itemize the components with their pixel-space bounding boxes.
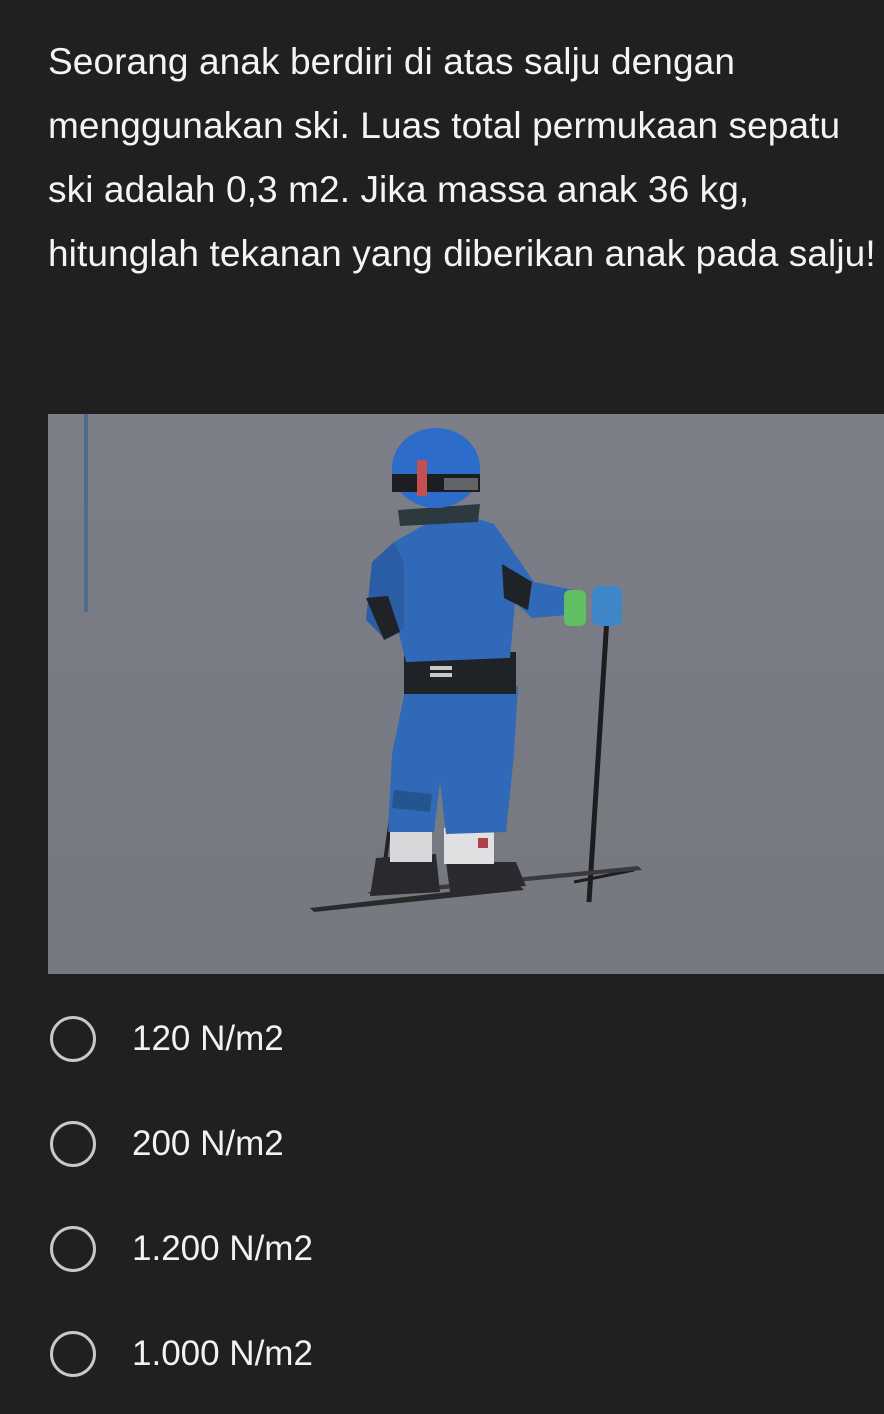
radio-unchecked-icon[interactable] [50,1330,96,1377]
radio-unchecked-icon[interactable] [50,1120,96,1167]
question-image [48,414,884,974]
option-3[interactable]: 1.200 N/m2 [48,1196,884,1301]
question-text: Seorang anak berdiri di atas salju denga… [48,41,876,274]
option-label: 120 N/m2 [132,1018,284,1058]
option-label: 1.000 N/m2 [132,1333,313,1373]
radio-unchecked-icon[interactable] [50,1015,96,1062]
radio-unchecked-icon[interactable] [50,1225,96,1272]
child-skiing-illustration [48,414,884,974]
option-label: 1.200 N/m2 [132,1228,313,1268]
option-1[interactable]: 120 N/m2 [48,986,884,1091]
option-2[interactable]: 200 N/m2 [48,1091,884,1196]
answer-options: 120 N/m2 200 N/m2 1.200 N/m2 1.000 N/m2 [48,986,884,1406]
option-4[interactable]: 1.000 N/m2 [48,1301,884,1406]
option-label: 200 N/m2 [132,1123,284,1163]
